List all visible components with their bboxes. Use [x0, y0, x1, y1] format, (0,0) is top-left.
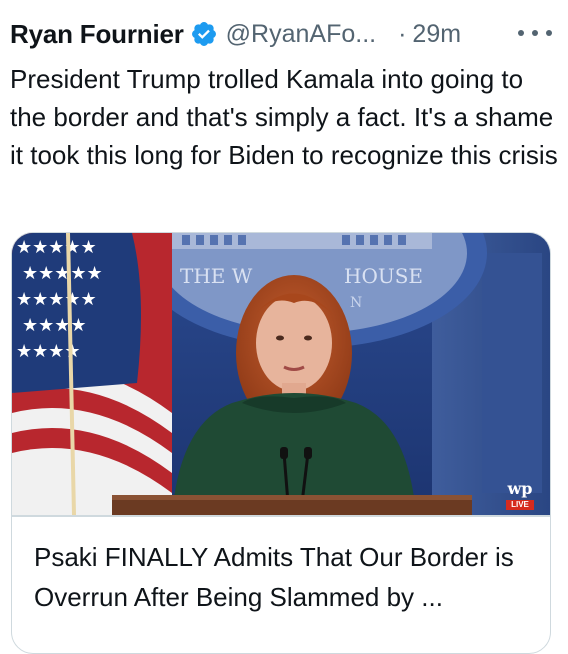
tweet-header: Ryan Fournier @RyanAFo... · 29m: [10, 14, 556, 54]
washington-post-live-badge: wp LIVE: [506, 481, 534, 510]
link-card[interactable]: THE W HOUSE N ★★★★★ ★★★★★ ★★★★★ ★★★★ ★★★: [11, 232, 551, 654]
live-badge: LIVE: [506, 500, 534, 510]
card-image[interactable]: THE W HOUSE N ★★★★★ ★★★★★ ★★★★★ ★★★★ ★★★: [12, 233, 550, 515]
tweet-text: President Trump trolled Kamala into goin…: [10, 64, 558, 170]
svg-text:★★★★: ★★★★: [22, 315, 87, 336]
svg-text:★★★★★: ★★★★★: [16, 237, 97, 258]
sign-text-left: THE W: [180, 264, 253, 288]
svg-text:★★★★★: ★★★★★: [16, 289, 97, 310]
verified-badge-icon: [190, 20, 218, 48]
more-dots-icon[interactable]: [518, 18, 552, 48]
timestamp[interactable]: 29m: [412, 20, 461, 49]
user-handle[interactable]: @RyanAFo...: [226, 20, 376, 49]
svg-text:★★★★★: ★★★★★: [22, 263, 103, 284]
display-name[interactable]: Ryan Fournier: [10, 19, 184, 50]
wp-logo: wp: [507, 479, 533, 498]
sign-text-right: HOUSE: [344, 264, 423, 288]
card-divider: [12, 515, 550, 517]
sign-text-bottom: N: [350, 295, 362, 311]
separator-dot: ·: [398, 19, 407, 48]
card-title[interactable]: Psaki FINALLY Admits That Our Border is …: [34, 537, 534, 617]
tweet[interactable]: Ryan Fournier @RyanAFo... · 29m Presiden…: [0, 0, 568, 654]
